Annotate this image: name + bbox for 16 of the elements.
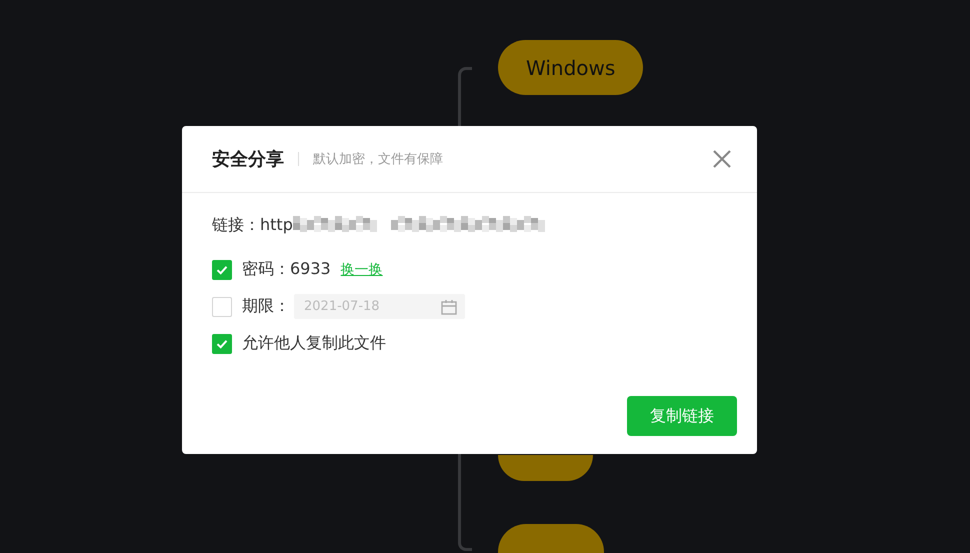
dialog-subtitle: 默认加密，文件有保障 bbox=[313, 151, 444, 168]
checkbox[interactable] bbox=[212, 334, 232, 354]
copy-link-button[interactable]: 复制链接 bbox=[627, 396, 737, 436]
mind-map-node[interactable]: Windows bbox=[498, 40, 644, 95]
change-password-link[interactable]: 换一换 bbox=[340, 260, 383, 278]
checkbox[interactable] bbox=[212, 260, 232, 280]
option-label: 允许他人复制此文件 bbox=[242, 333, 386, 354]
mind-map-node[interactable] bbox=[498, 455, 593, 481]
dialog-title: 安全分享 bbox=[212, 148, 284, 171]
calendar-icon[interactable] bbox=[441, 298, 457, 314]
link-label: 链接：http bbox=[212, 214, 293, 236]
close-icon[interactable] bbox=[711, 148, 733, 170]
checkbox[interactable] bbox=[212, 296, 232, 316]
mind-map-node[interactable] bbox=[498, 524, 604, 553]
option-label: 期限： bbox=[242, 296, 290, 317]
option-label: 密码：6933 bbox=[242, 259, 331, 280]
